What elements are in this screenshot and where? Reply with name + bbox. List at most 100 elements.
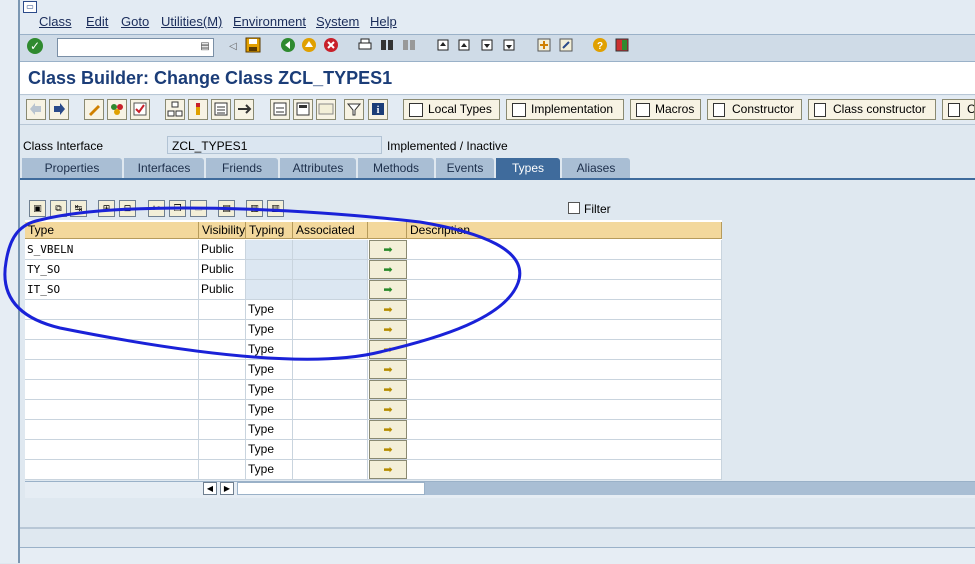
cell-associated[interactable] bbox=[293, 300, 368, 320]
layout-menu-icon[interactable] bbox=[613, 37, 631, 55]
macros-button[interactable]: Macros bbox=[630, 99, 701, 120]
system-menu-icon[interactable]: ▭ bbox=[23, 1, 37, 13]
class-button-truncated[interactable]: Cla bbox=[942, 99, 975, 120]
cell-description[interactable] bbox=[407, 400, 722, 420]
cell-visibility[interactable] bbox=[199, 420, 246, 440]
cell-associated[interactable] bbox=[293, 260, 368, 280]
cell-description[interactable] bbox=[407, 380, 722, 400]
class-interface-field[interactable]: ZCL_TYPES1 bbox=[167, 136, 382, 154]
last-page-icon[interactable] bbox=[500, 37, 518, 55]
tab-properties[interactable]: Properties bbox=[22, 158, 122, 178]
print-icon[interactable] bbox=[356, 37, 374, 55]
display-change-icon[interactable] bbox=[84, 99, 104, 120]
cell-associated[interactable] bbox=[293, 360, 368, 380]
check-icon[interactable] bbox=[130, 99, 150, 120]
cell-visibility[interactable] bbox=[199, 440, 246, 460]
cell-associated[interactable] bbox=[293, 420, 368, 440]
tab-friends[interactable]: Friends bbox=[206, 158, 278, 178]
cell-visibility[interactable] bbox=[199, 340, 246, 360]
cell-typing[interactable] bbox=[246, 240, 293, 260]
cell-description[interactable] bbox=[407, 360, 722, 380]
menu-system[interactable]: System bbox=[316, 14, 359, 29]
menu-help[interactable]: Help bbox=[370, 14, 397, 29]
cell-visibility[interactable] bbox=[199, 400, 246, 420]
delete-row-icon[interactable]: ⊟ bbox=[119, 200, 136, 217]
cell-typing[interactable] bbox=[246, 260, 293, 280]
copy-icon[interactable]: ❐ bbox=[169, 200, 186, 217]
navigate-arrow-button[interactable]: ➡ bbox=[369, 440, 407, 459]
cell-type[interactable]: S_VBELN bbox=[25, 240, 199, 260]
class-constructor-button[interactable]: Class constructor bbox=[808, 99, 936, 120]
copy-row-icon[interactable]: ⧉ bbox=[50, 200, 67, 217]
tab-interfaces[interactable]: Interfaces bbox=[124, 158, 204, 178]
navigate-arrow-button[interactable]: ➡ bbox=[369, 340, 407, 359]
local-types-button[interactable]: Local Types bbox=[403, 99, 500, 120]
navigate-arrow-button[interactable]: ➡ bbox=[369, 300, 407, 319]
cell-visibility[interactable] bbox=[199, 460, 246, 480]
collapse-left-icon[interactable]: ◁ bbox=[224, 38, 242, 56]
scrollbar-thumb[interactable] bbox=[237, 482, 425, 495]
cell-visibility[interactable]: Public bbox=[199, 280, 246, 300]
cell-typing[interactable]: Type bbox=[246, 340, 293, 360]
find-in-grid-icon[interactable]: ▥ bbox=[246, 200, 263, 217]
cell-type[interactable] bbox=[25, 440, 199, 460]
cell-type[interactable] bbox=[25, 400, 199, 420]
exit-icon[interactable] bbox=[300, 37, 318, 55]
cell-typing[interactable]: Type bbox=[246, 440, 293, 460]
filter-icon[interactable] bbox=[344, 99, 364, 120]
navigate-arrow-button[interactable]: ➡ bbox=[369, 260, 407, 279]
column-header-associated[interactable]: Associated bbox=[293, 222, 368, 239]
cell-visibility[interactable] bbox=[199, 380, 246, 400]
column-header-description[interactable]: Description bbox=[407, 222, 722, 239]
scrollbar-track[interactable] bbox=[425, 482, 975, 495]
cell-associated[interactable] bbox=[293, 440, 368, 460]
column-header-typing[interactable]: Typing bbox=[246, 222, 293, 239]
back-arrow-icon[interactable] bbox=[26, 99, 46, 120]
cell-type[interactable] bbox=[25, 460, 199, 480]
find-next-in-grid-icon[interactable]: ▥ bbox=[267, 200, 284, 217]
shortcut-icon[interactable] bbox=[557, 37, 575, 55]
sort-icon[interactable]: ↹ bbox=[70, 200, 87, 217]
tab-types[interactable]: Types bbox=[496, 158, 560, 178]
cell-description[interactable] bbox=[407, 460, 722, 480]
next-page-icon[interactable] bbox=[478, 37, 496, 55]
cell-associated[interactable] bbox=[293, 340, 368, 360]
column-header-visibility[interactable]: Visibility bbox=[199, 222, 246, 239]
menu-utilities[interactable]: Utilities(M) bbox=[161, 14, 222, 29]
activate-icon[interactable] bbox=[107, 99, 127, 120]
cell-description[interactable] bbox=[407, 260, 722, 280]
navigate-arrow-button[interactable]: ➡ bbox=[369, 400, 407, 419]
column-header-type[interactable]: Type bbox=[25, 222, 199, 239]
cell-description[interactable] bbox=[407, 440, 722, 460]
back-icon[interactable] bbox=[279, 37, 297, 55]
cell-description[interactable] bbox=[407, 280, 722, 300]
cell-type[interactable] bbox=[25, 300, 199, 320]
cell-typing[interactable]: Type bbox=[246, 460, 293, 480]
paste-icon[interactable]: ▭ bbox=[190, 200, 207, 217]
command-field[interactable] bbox=[57, 38, 214, 57]
cell-type[interactable]: TY_SO bbox=[25, 260, 199, 280]
cell-typing[interactable]: Type bbox=[246, 300, 293, 320]
scroll-left-icon[interactable]: ◀ bbox=[203, 482, 217, 495]
tab-events[interactable]: Events bbox=[436, 158, 494, 178]
cell-type[interactable] bbox=[25, 320, 199, 340]
cell-type[interactable] bbox=[25, 340, 199, 360]
cell-type[interactable] bbox=[25, 380, 199, 400]
cell-typing[interactable]: Type bbox=[246, 360, 293, 380]
cell-description[interactable] bbox=[407, 240, 722, 260]
previous-page-icon[interactable] bbox=[455, 37, 473, 55]
cell-description[interactable] bbox=[407, 420, 722, 440]
cell-visibility[interactable]: Public bbox=[199, 240, 246, 260]
cell-type[interactable]: IT_SO bbox=[25, 280, 199, 300]
where-used-icon[interactable] bbox=[188, 99, 208, 120]
navigate-icon[interactable] bbox=[234, 99, 254, 120]
scroll-right-icon[interactable]: ▶ bbox=[220, 482, 234, 495]
cell-type[interactable] bbox=[25, 360, 199, 380]
info-system-icon[interactable] bbox=[293, 99, 313, 120]
hierarchy-icon[interactable] bbox=[165, 99, 185, 120]
undo-icon[interactable]: ▤ bbox=[218, 200, 235, 217]
save-icon[interactable] bbox=[244, 37, 262, 55]
menu-goto[interactable]: Goto bbox=[121, 14, 149, 29]
navigate-arrow-button[interactable]: ➡ bbox=[369, 280, 407, 299]
cancel-icon[interactable] bbox=[322, 37, 340, 55]
